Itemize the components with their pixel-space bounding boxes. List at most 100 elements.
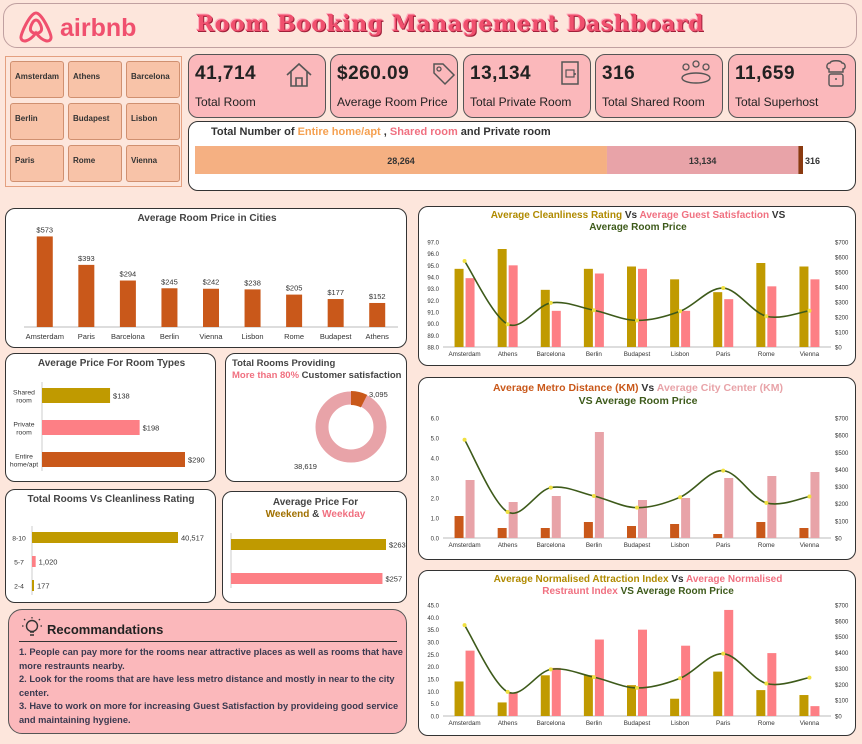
data-label: $294 [120, 270, 137, 279]
avg-price-cities-chart: $573 Amsterdam $393 Paris $294 Barcelona $245 B… [24, 225, 398, 341]
bar [799, 528, 809, 538]
category-label: Vienna [800, 351, 820, 358]
rooms-cleanliness-chart: 40,517 8-10 1,020 5-7 177 2-4 [12, 526, 204, 595]
data-label: 177 [37, 582, 50, 591]
category-label: Budapest [624, 542, 651, 549]
y-tick-label: 25.0 [427, 653, 439, 659]
kpi-value: $260.09 [337, 63, 410, 84]
line-point [548, 300, 553, 305]
bar [713, 292, 723, 347]
y2-tick-label: $300 [835, 485, 849, 491]
bar [670, 524, 680, 538]
line-point [505, 509, 510, 514]
y-tick-label: 95.0 [427, 264, 439, 270]
city-filter-budapest[interactable]: Budapest [68, 103, 122, 140]
line-point [591, 308, 596, 313]
y-tick-label: 4.0 [431, 457, 440, 463]
bar [42, 388, 111, 403]
y-tick-label: 45.0 [427, 604, 439, 610]
city-filter-rome[interactable]: Rome [68, 145, 122, 182]
bar [713, 534, 723, 538]
y2-tick-label: $300 [835, 301, 849, 307]
header-banner: airbnb Room Booking Management Dashboard [3, 3, 857, 48]
category-label: Vienna [800, 542, 820, 549]
kpi-avg-room-price: $260.09 Average Room Price [330, 54, 458, 118]
kpi-value: 11,659 [735, 63, 796, 84]
y2-tick-label: $500 [835, 271, 849, 277]
city-filter-athens[interactable]: Athens [68, 61, 122, 98]
y2-tick-label: $700 [835, 241, 849, 247]
chef-icon [826, 60, 846, 87]
y2-tick-label: $200 [835, 683, 849, 689]
y2-tick-label: $200 [835, 316, 849, 322]
bar [627, 526, 636, 538]
donut-slice [315, 391, 387, 463]
line-point [591, 675, 596, 680]
avg-price-cities-panel: Average Room Price in Cities $573 Amsterd… [5, 208, 407, 348]
data-label: $573 [36, 225, 53, 234]
bar [681, 645, 691, 716]
y-tick-label: 90.0 [427, 322, 439, 328]
line-point [807, 675, 812, 680]
category-label: Barcelona [537, 720, 566, 727]
category-label: Vienna [800, 720, 820, 727]
kpi-total-shared-room: 316 Total Shared Room [595, 54, 723, 118]
y-tick-label: 94.0 [427, 276, 439, 282]
segment-label: 28,264 [387, 156, 415, 166]
y-tick-label: 0.0 [431, 715, 440, 721]
bar [756, 263, 766, 347]
y-tick-label: 35.0 [427, 628, 439, 634]
category-label: Rome [758, 351, 775, 358]
city-filter-amsterdam[interactable]: Amsterdam [10, 61, 64, 98]
recommendations-title: Recommandations [47, 622, 164, 637]
bar [638, 629, 647, 716]
city-filter-barcelona[interactable]: Barcelona [126, 61, 180, 98]
line-point [635, 685, 639, 690]
kpi-value: 316 [602, 63, 636, 84]
weekend-weekday-chart: $263 $257 [230, 533, 406, 588]
category-label: room [16, 398, 32, 405]
bar [203, 288, 219, 327]
category-label: Barcelona [537, 542, 566, 549]
city-filter-lisbon[interactable]: Lisbon [126, 103, 180, 140]
category-label: Budapest [624, 351, 651, 358]
kpi-label: Total Room [195, 95, 256, 109]
bar [327, 299, 344, 327]
category-label: Lisbon [671, 720, 690, 727]
category-label: Paris [716, 720, 730, 727]
y-tick-label: 97.0 [427, 241, 439, 247]
line-point [548, 485, 553, 490]
y2-tick-label: $400 [835, 651, 849, 657]
bar [32, 580, 34, 591]
category-label: Berlin [586, 720, 603, 727]
attraction-restraunt-chart: 0.0 5.0 10.0 15.0 20.0 25.0 30.0 35.0 40.0 45.0 $0… [427, 604, 849, 728]
metro-center-chart: 0.0 1.0 2.0 3.0 4.0 5.0 6.0 $0 $100 $200 $300 $400 $… [431, 417, 849, 550]
line-point [462, 437, 467, 442]
bar [724, 609, 734, 716]
data-label: $177 [327, 288, 344, 297]
bar [627, 266, 636, 347]
group-icon [681, 60, 711, 84]
city-filter-berlin[interactable]: Berlin [10, 103, 64, 140]
bar [540, 289, 550, 347]
line-point [635, 505, 639, 510]
line-point [548, 667, 553, 672]
data-label: $290 [188, 456, 205, 465]
recommendation-item: 2. Look for the rooms that are have less… [19, 674, 395, 698]
total-rooms-panel: Total Number of Entire home/apt , Shared… [188, 121, 856, 191]
airbnb-logo-icon [19, 11, 53, 43]
attraction-restraunt-panel: Average Normalised Attraction Index Vs A… [418, 570, 856, 736]
bar [42, 452, 185, 467]
bar [32, 556, 36, 567]
city-filter-paris[interactable]: Paris [10, 145, 64, 182]
line-point [462, 259, 467, 264]
data-label: $205 [286, 284, 303, 293]
category-label: Amsterdam [448, 351, 480, 358]
bar [799, 266, 809, 347]
rooms-cleanliness-panel: Total Rooms Vs Cleanliness Rating 40,517… [5, 489, 216, 603]
y-tick-label: 20.0 [427, 665, 439, 671]
bar [551, 667, 561, 716]
city-filter-vienna[interactable]: Vienna [126, 145, 180, 182]
category-label: Budapest [624, 720, 651, 727]
line-point [678, 309, 683, 314]
